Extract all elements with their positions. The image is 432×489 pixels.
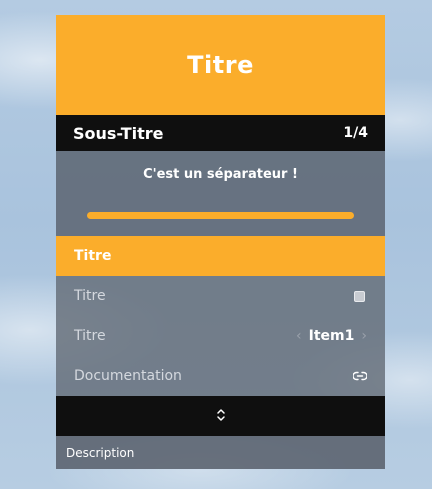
- chevron-right-icon[interactable]: ›: [361, 328, 367, 344]
- checkbox[interactable]: [354, 290, 365, 302]
- menu-header: Titre: [56, 15, 385, 115]
- menu-subtitle: Sous-Titre: [73, 123, 164, 143]
- menu-item-label: Titre: [74, 328, 106, 344]
- menu-item-label: Documentation: [74, 368, 182, 384]
- menu-item-label: Titre: [74, 248, 112, 264]
- menu-item-label: Titre: [74, 288, 106, 304]
- menu-item-documentation[interactable]: Documentation: [56, 356, 385, 396]
- menu-footer: [56, 396, 385, 436]
- list-value: Item1: [308, 328, 355, 344]
- menu-item-selected[interactable]: Titre: [56, 236, 385, 276]
- item-counter: 1/4: [343, 125, 368, 141]
- menu-subheader: Sous-Titre 1/4: [56, 115, 385, 151]
- menu-panel: Titre Sous-Titre 1/4 C'est un séparateur…: [56, 15, 385, 469]
- separator-item: C'est un séparateur !: [56, 151, 385, 236]
- link-icon: [353, 371, 367, 381]
- menu-title: Titre: [187, 51, 254, 79]
- description-panel: Description: [56, 436, 385, 469]
- menu-item-checkbox[interactable]: Titre: [56, 276, 385, 316]
- list-selector[interactable]: ‹ Item1 ›: [296, 328, 367, 344]
- menu-item-list[interactable]: Titre ‹ Item1 ›: [56, 316, 385, 356]
- chevron-up-down-icon[interactable]: [216, 407, 226, 426]
- separator-label: C'est un séparateur !: [143, 167, 298, 182]
- separator-bar: [87, 212, 354, 219]
- description-text: Description: [66, 445, 135, 460]
- chevron-left-icon[interactable]: ‹: [296, 328, 302, 344]
